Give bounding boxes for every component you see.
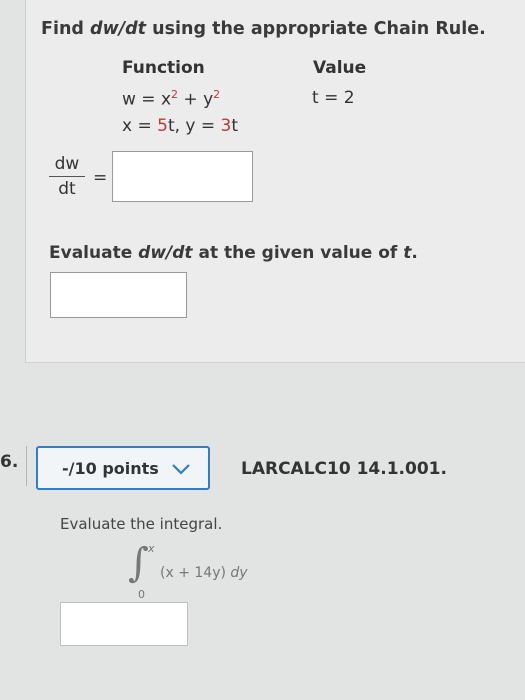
lower-limit: 0 — [138, 588, 145, 601]
value-header: Value — [313, 58, 367, 78]
fraction-denominator: dt — [58, 179, 76, 199]
fraction-numerator: dw — [49, 154, 85, 177]
points-dropdown[interactable]: -/10 points — [36, 446, 210, 490]
question-divider — [26, 446, 27, 486]
problem-code: LARCALC10 14.1.001. — [241, 459, 447, 479]
question-number: 6. — [0, 452, 19, 472]
evaluated-answer-input[interactable] — [50, 272, 187, 318]
points-label: -/10 points — [62, 459, 159, 478]
integral-sign: ∫ — [128, 540, 149, 586]
upper-limit: x — [148, 542, 155, 555]
xy-formula: x = 5t, y = 3t — [122, 116, 239, 136]
integral-expression: ∫ x 0 (x + 14y) dy — [128, 540, 288, 601]
chevron-down-icon — [172, 464, 190, 475]
evaluate-instruction: Evaluate dw/dt at the given value of t. — [49, 243, 418, 263]
dw-dt-answer-input[interactable] — [112, 151, 253, 202]
integrand: (x + 14y) dy — [160, 565, 248, 581]
t-value: t = 2 — [312, 88, 355, 108]
integral-answer-input[interactable] — [60, 602, 188, 646]
problem-5-title: Find dw/dt using the appropriate Chain R… — [41, 19, 486, 39]
equals-sign: = — [93, 168, 108, 188]
w-formula: w = x2 + y2 — [122, 88, 221, 110]
integral-prompt: Evaluate the integral. — [60, 515, 223, 533]
function-header: Function — [122, 58, 205, 78]
dw-dt-fraction: dw dt — [49, 154, 85, 199]
